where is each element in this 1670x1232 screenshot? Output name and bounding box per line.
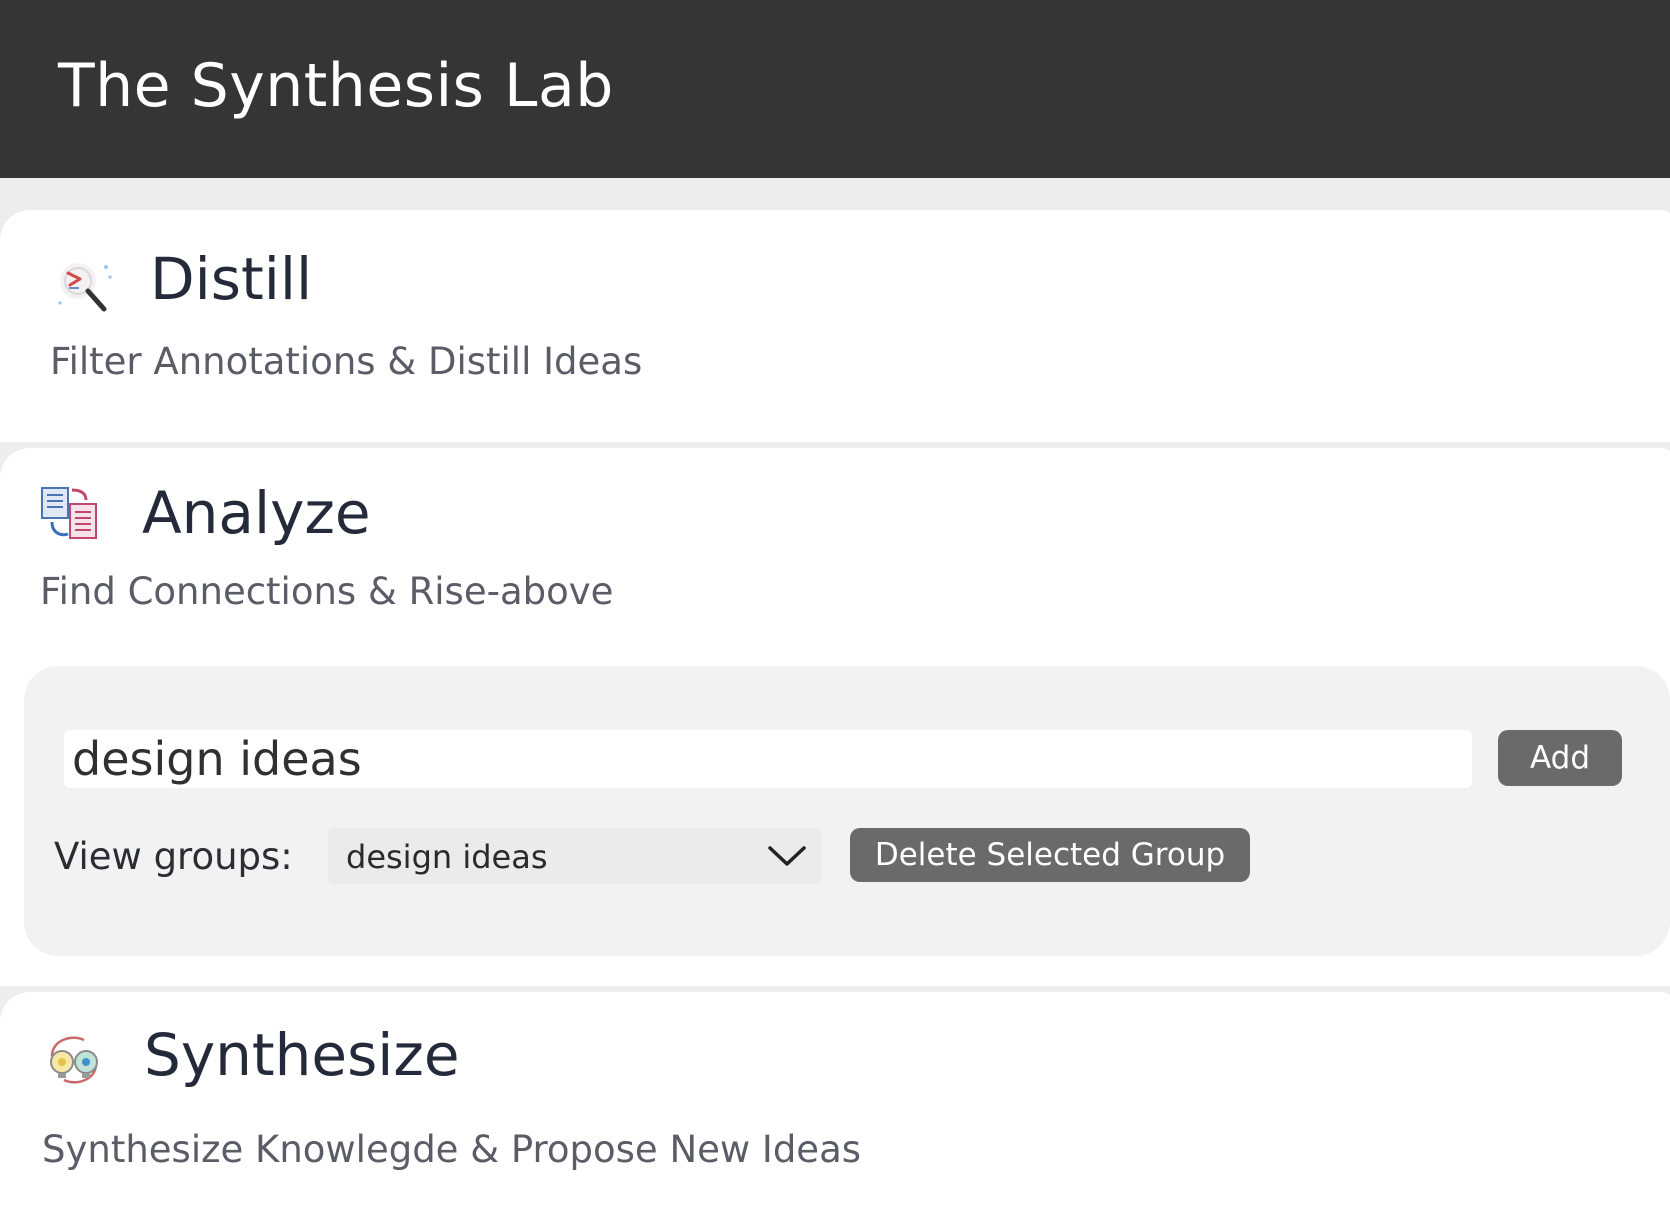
documents-link-icon	[38, 482, 102, 546]
group-select[interactable]: design ideas	[328, 828, 822, 884]
section-title-analyze: Analyze	[142, 479, 371, 547]
section-title-distill: Distill	[150, 245, 313, 313]
add-button[interactable]: Add	[1498, 730, 1622, 786]
view-groups-label: View groups:	[54, 835, 293, 878]
distill-section[interactable]: Distill Filter Annotations & Distill Ide…	[0, 210, 1670, 442]
analyze-section[interactable]: Analyze Find Connections & Rise-above Ad…	[0, 448, 1670, 986]
app-title: The Synthesis Lab	[58, 51, 614, 121]
group-select-value: design ideas	[346, 838, 548, 876]
section-subtitle-analyze: Find Connections & Rise-above	[40, 570, 614, 613]
app-header: The Synthesis Lab	[0, 0, 1670, 178]
group-name-input[interactable]	[64, 730, 1472, 788]
magnifier-icon	[52, 255, 116, 319]
section-title-synthesize: Synthesize	[144, 1021, 460, 1089]
section-subtitle-distill: Filter Annotations & Distill Ideas	[50, 340, 643, 383]
lightbulbs-cycle-icon	[42, 1028, 106, 1092]
synthesize-section[interactable]: Synthesize Synthesize Knowlegde & Propos…	[0, 992, 1670, 1232]
group-panel: Add View groups: design ideas Delete Sel…	[24, 666, 1670, 956]
section-subtitle-synthesize: Synthesize Knowlegde & Propose New Ideas	[42, 1128, 862, 1171]
delete-group-button[interactable]: Delete Selected Group	[850, 828, 1250, 882]
chevron-down-icon	[766, 840, 808, 872]
